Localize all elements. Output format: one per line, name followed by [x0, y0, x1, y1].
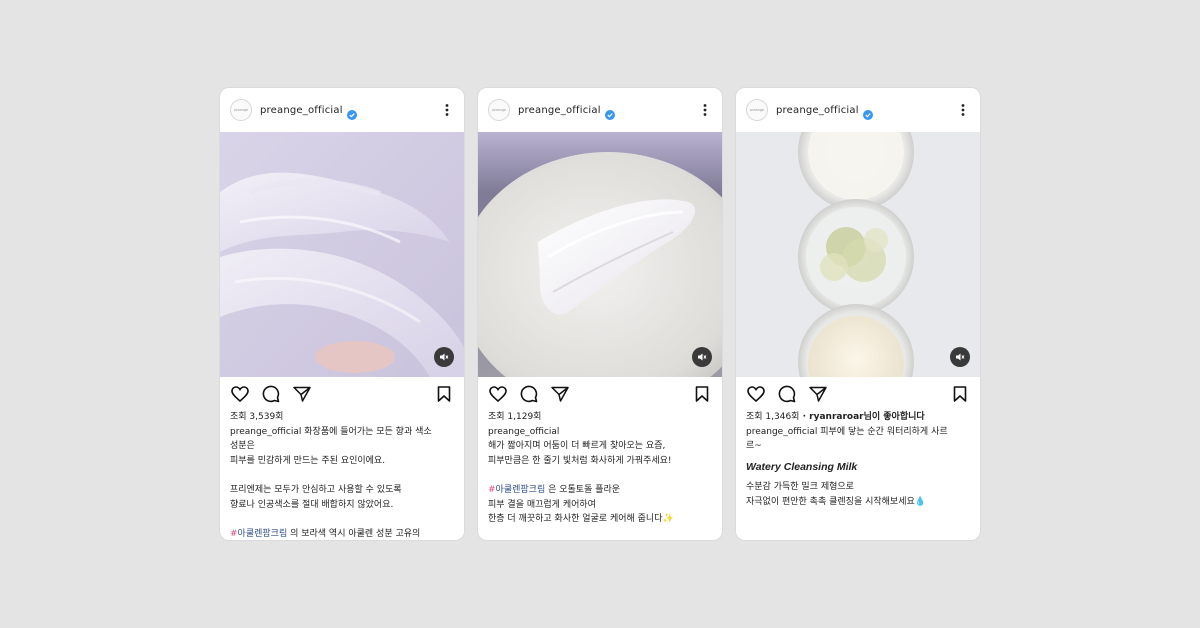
instagram-post-card-3: preange preange_official 조회 1,346회 · rya…	[736, 88, 980, 540]
username[interactable]: preange_official	[776, 105, 859, 116]
post-image-cream-on-plate[interactable]	[478, 132, 722, 377]
more-options-icon[interactable]	[698, 103, 712, 117]
caption-username[interactable]: preange_official	[488, 425, 714, 440]
caption-username[interactable]: preange_official	[230, 427, 301, 437]
caption-line: preange_official 피부에 닿는 순간 워터리하게 사르	[746, 425, 972, 440]
avatar-text: preange	[750, 108, 764, 112]
caption-username[interactable]: preange_official	[746, 427, 817, 437]
share-icon[interactable]	[550, 384, 570, 404]
comment-icon[interactable]	[519, 384, 539, 404]
avatar-text: preange	[492, 108, 506, 112]
share-icon[interactable]	[292, 384, 312, 404]
post-image-petri-dishes[interactable]	[736, 132, 980, 377]
caption-line: #아쿨렌팜크림 은 오톨토돌 플라운	[488, 483, 714, 498]
hashtag-link[interactable]: 아쿨렌팜크림	[496, 485, 546, 495]
mute-icon[interactable]	[950, 347, 970, 367]
caption-line: 피부를 민감하게 만드는 주된 요인이에요.	[230, 455, 386, 466]
bookmark-icon[interactable]	[950, 384, 970, 404]
post-header: preange preange_official	[220, 88, 464, 132]
comment-icon[interactable]	[777, 384, 797, 404]
caption-text: 의 보라색 역시 아쿨렌 성분 고유의	[287, 528, 421, 539]
caption-line: #아쿨렌팜크림 의 보라색 역시 아쿨렌 성분 고유의	[230, 527, 456, 540]
caption-line: 해가 짧아지며 어둠이 더 빠르게 찾아오는 요즘,	[488, 441, 666, 452]
caption-text: 피부에 닿는 순간 워터리하게 사르	[817, 426, 948, 437]
caption-text: 화장품에 들어가는 모든 향과 색소	[304, 426, 432, 437]
share-icon[interactable]	[808, 384, 828, 404]
caption-line: preange_official 화장품에 들어가는 모든 향과 색소	[230, 425, 456, 440]
caption-line: 피부 결을 매끄럽게 케어하여	[488, 499, 596, 510]
mute-icon[interactable]	[434, 347, 454, 367]
verified-badge-icon	[604, 105, 615, 120]
more-options-icon[interactable]	[440, 103, 454, 117]
liked-by-text[interactable]: · ryanraroar님이 좋아합니다	[799, 412, 925, 422]
caption-line: 향료나 인공색소를 절대 배합하지 않았어요.	[230, 499, 394, 510]
bookmark-icon[interactable]	[434, 384, 454, 404]
caption-line: 피부만큼은 한 줄기 빛처럼 화사하게 가꿔주세요!	[488, 455, 672, 466]
post-header: preange preange_official	[478, 88, 722, 132]
mute-icon[interactable]	[692, 347, 712, 367]
bookmark-icon[interactable]	[692, 384, 712, 404]
hashtag-symbol: #	[488, 484, 496, 495]
view-count: 조회 1,129회	[488, 412, 542, 422]
caption-line: 프리엔제는 모두가 안심하고 사용할 수 있도록	[230, 484, 402, 495]
avatar[interactable]: preange	[230, 99, 252, 121]
instagram-post-card-1: preange preange_official 조회 3,539회 prean…	[220, 88, 464, 540]
view-count: 조회 1,346회	[746, 412, 800, 422]
post-image-purple-cream-smear[interactable]	[220, 132, 464, 377]
product-title: Watery Cleansing Milk	[746, 460, 858, 473]
post-header: preange preange_official	[736, 88, 980, 132]
post-caption-area: 조회 1,129회 preange_official 해가 짧아지며 어둠이 더…	[488, 410, 714, 527]
verified-badge-icon	[862, 105, 873, 120]
post-actions	[488, 384, 712, 404]
heart-icon[interactable]	[488, 384, 508, 404]
caption-line: 한층 더 깨끗하고 화사한 얼굴로 케어해 줍니다✨	[488, 514, 674, 525]
avatar-text: preange	[234, 108, 248, 112]
caption-line: 수분감 가득한 밀크 제형으로	[746, 482, 854, 493]
username[interactable]: preange_official	[518, 105, 601, 116]
post-actions	[746, 384, 970, 404]
instagram-post-card-2: preange preange_official 조회 1,129회 prean…	[478, 88, 722, 540]
caption-text: 은 오톨토돌 플라운	[545, 484, 621, 495]
hashtag-symbol: #	[230, 528, 238, 539]
caption-line: 성분은	[230, 441, 255, 452]
caption-line: 르~	[746, 441, 762, 452]
username[interactable]: preange_official	[260, 105, 343, 116]
more-options-icon[interactable]	[956, 103, 970, 117]
heart-icon[interactable]	[746, 384, 766, 404]
caption-line: 자극없이 편안한 촉촉 클렌징을 시작해보세요💧	[746, 496, 926, 507]
comment-icon[interactable]	[261, 384, 281, 404]
hashtag-link[interactable]: 아쿨렌팜크림	[238, 529, 288, 539]
avatar[interactable]: preange	[488, 99, 510, 121]
view-count-line: 조회 1,346회 · ryanraroar님이 좋아합니다	[746, 410, 972, 425]
verified-badge-icon	[346, 105, 357, 120]
avatar[interactable]: preange	[746, 99, 768, 121]
post-caption-area: 조회 1,346회 · ryanraroar님이 좋아합니다 preange_o…	[746, 410, 972, 510]
post-caption-area: 조회 3,539회 preange_official 화장품에 들어가는 모든 …	[230, 410, 456, 540]
view-count: 조회 3,539회	[230, 412, 284, 422]
post-actions	[230, 384, 454, 404]
heart-icon[interactable]	[230, 384, 250, 404]
